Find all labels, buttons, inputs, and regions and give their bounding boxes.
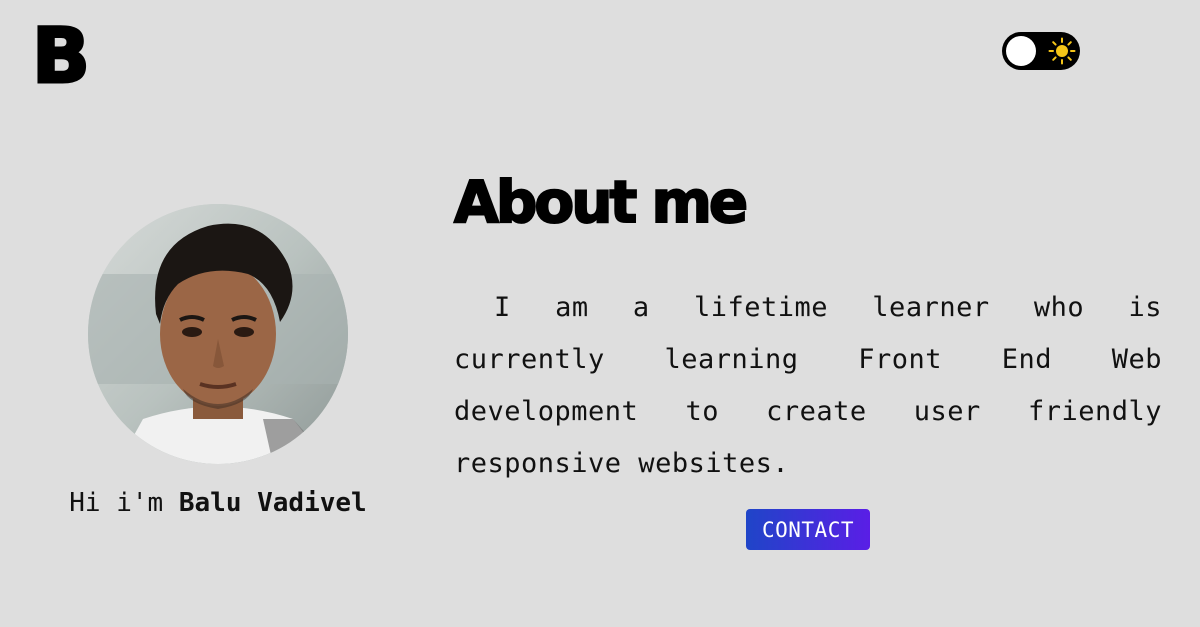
about-description: I am a lifetime learner who is currently… bbox=[454, 292, 1162, 479]
site-logo[interactable]: B bbox=[31, 16, 92, 95]
toggle-knob bbox=[1006, 36, 1036, 66]
greeting: Hi i'm Balu Vadivel bbox=[0, 488, 436, 518]
greeting-prefix: Hi i'm bbox=[69, 488, 179, 518]
theme-toggle[interactable] bbox=[1002, 32, 1080, 70]
about-title: About me bbox=[453, 167, 749, 237]
profile-name: Balu Vadivel bbox=[178, 488, 367, 518]
contact-button[interactable]: CONTACT bbox=[746, 509, 870, 550]
profile-photo bbox=[88, 204, 348, 464]
sun-icon bbox=[1048, 37, 1076, 65]
